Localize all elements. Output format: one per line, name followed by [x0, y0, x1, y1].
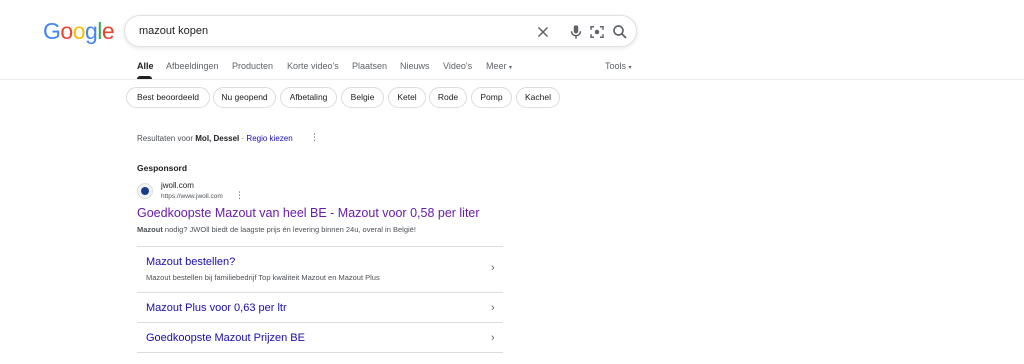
chevron-right-icon: › — [491, 262, 495, 274]
tab-more[interactable]: Meer ▾ — [486, 61, 512, 71]
chevron-right-icon: › — [491, 332, 495, 344]
search-input[interactable]: mazout kopen — [139, 25, 208, 37]
sitelink-title[interactable]: Mazout bestellen? — [146, 256, 235, 268]
chevron-down-icon: ▾ — [628, 65, 632, 71]
chip-pomp[interactable]: Pomp — [471, 87, 512, 108]
chip-open-now[interactable]: Nu geopend — [213, 87, 276, 108]
google-logo[interactable]: Google — [43, 18, 115, 44]
tab-news[interactable]: Nieuws — [400, 61, 430, 71]
site-favicon-icon — [137, 183, 153, 199]
chip-ketel[interactable]: Ketel — [388, 87, 426, 108]
tab-videos[interactable]: Video's — [443, 61, 472, 71]
chip-belgie[interactable]: Belgie — [341, 87, 384, 108]
tab-images[interactable]: Afbeeldingen — [166, 61, 219, 71]
tab-short-videos[interactable]: Korte video's — [287, 61, 339, 71]
search-box[interactable]: mazout kopen — [124, 15, 637, 47]
chip-installment[interactable]: Afbetaling — [280, 87, 337, 108]
more-options-icon[interactable]: ⋮ — [235, 190, 244, 201]
clear-icon[interactable] — [534, 23, 552, 41]
tab-products[interactable]: Producten — [232, 61, 273, 71]
tab-places[interactable]: Plaatsen — [352, 61, 387, 71]
sitelink-item[interactable]: Mazout Plus voor 0,63 per ltr › — [137, 292, 503, 322]
sitelink-item[interactable]: Mazout bestellen? Mazout bestellen bij f… — [137, 246, 503, 292]
search-header: Google mazout kopen Alle Afbeeldingen Pr… — [0, 0, 1024, 80]
chip-rode[interactable]: Rode — [429, 87, 467, 108]
chevron-right-icon: › — [491, 302, 495, 314]
choose-region-link[interactable]: Regio kiezen — [246, 134, 292, 143]
active-tab-indicator — [137, 76, 152, 79]
ad-site-name[interactable]: jwoll.com — [161, 181, 194, 190]
lens-camera-icon[interactable] — [588, 23, 606, 41]
tab-all[interactable]: Alle — [137, 61, 154, 71]
microphone-icon[interactable] — [567, 23, 585, 41]
tools-button[interactable]: Tools ▾ — [605, 61, 632, 71]
ad-description: Mazout nodig? JWOll biedt de laagste pri… — [137, 225, 416, 234]
sitelink-title[interactable]: Goedkoopste Mazout Prijzen BE — [146, 332, 305, 344]
sitelink-item[interactable]: Goedkoopste Mazout Prijzen BE › — [137, 322, 503, 353]
chevron-down-icon: ▾ — [509, 65, 513, 71]
sponsored-label: Gesponsord — [137, 163, 188, 173]
ad-site-url[interactable]: https://www.jwoll.com — [161, 193, 223, 200]
sitelink-title[interactable]: Mazout Plus voor 0,63 per ltr — [146, 302, 287, 314]
sitelink-description: Mazout bestellen bij familiebedrijf Top … — [146, 273, 380, 282]
chip-kachel[interactable]: Kachel — [516, 87, 560, 108]
location-place: Mol, Dessel — [195, 134, 240, 143]
search-icon[interactable] — [611, 23, 629, 41]
location-notice: Resultaten voor Mol, Dessel · Regio kiez… — [137, 134, 293, 143]
more-options-icon[interactable]: ⋮ — [310, 132, 319, 143]
ad-title-link[interactable]: Goedkoopste Mazout van heel BE - Mazout … — [137, 206, 480, 220]
chip-best-rated[interactable]: Best beoordeeld — [126, 87, 210, 108]
